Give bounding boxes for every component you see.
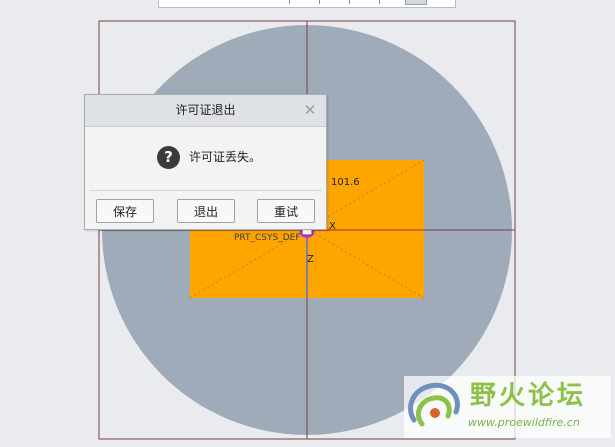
dialog-divider [89,190,322,191]
watermark-logo-icon [408,382,460,427]
question-icon: ? [157,146,180,169]
toolbar-separator [289,0,290,4]
axis-z-label: Z [307,254,314,265]
save-button[interactable]: 保存 [96,199,154,223]
csys-label: PRT_CSYS_DEF [234,233,301,243]
dialog-message: 许可证丢失。 [189,150,262,164]
toolbar-separator [379,0,380,4]
close-icon[interactable]: ✕ [302,101,318,119]
quit-button[interactable]: 退出 [177,199,235,223]
toolbar-dropdown-button[interactable] [405,0,427,5]
watermark-url: www.proewildfire.cn [468,416,580,429]
toolbar-separator [319,0,320,4]
toolbar-strip [158,0,456,8]
toolbar-separator [349,0,350,4]
axis-x-label: X [329,221,336,232]
dialog-title: 许可证退出 [85,95,326,127]
forum-watermark: 野火论坛 www.proewildfire.cn [404,376,611,438]
license-exit-dialog: 许可证退出 ✕ ? 许可证丢失。 保存 退出 重试 [84,94,327,230]
retry-button[interactable]: 重试 [257,199,315,223]
dimension-label[interactable]: 101.6 [331,177,360,188]
watermark-name: 野火论坛 [470,381,587,411]
